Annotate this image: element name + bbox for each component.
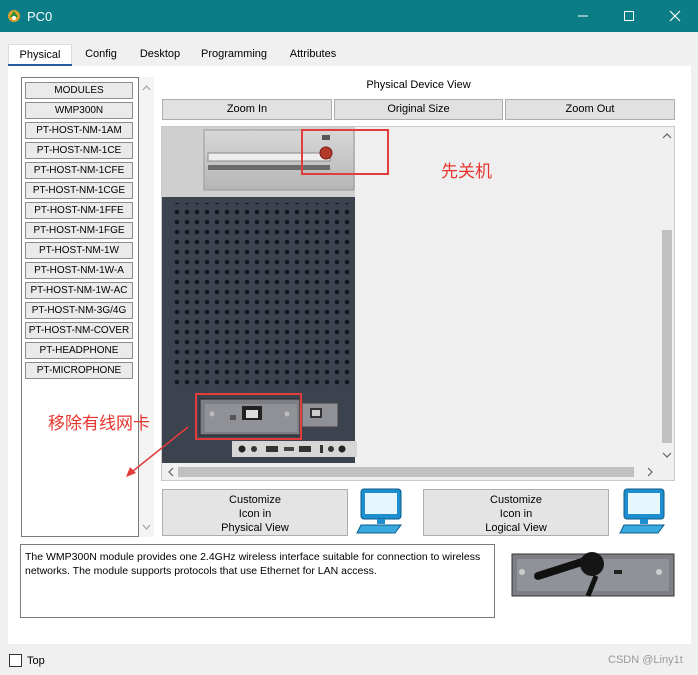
tab-programming[interactable]: Programming <box>196 44 272 66</box>
module-item[interactable]: PT-HOST-NM-1FGE <box>25 222 133 239</box>
module-item[interactable]: MODULES <box>25 82 133 99</box>
physical-device-view-title: Physical Device View <box>366 79 471 91</box>
module-item[interactable]: PT-HOST-NM-1CE <box>25 142 133 159</box>
module-description: The WMP300N module provides one 2.4GHz w… <box>20 544 495 618</box>
arrow-icon <box>126 426 189 477</box>
maximize-icon <box>624 11 634 21</box>
module-item[interactable]: PT-HOST-NM-COVER <box>25 322 133 339</box>
zoom-out-button[interactable]: Zoom Out <box>505 99 675 120</box>
minimize-button[interactable] <box>560 0 606 32</box>
module-item[interactable]: PT-HOST-NM-1CFE <box>25 162 133 179</box>
module-item[interactable]: WMP300N <box>25 102 133 119</box>
zoom-in-button[interactable]: Zoom In <box>162 99 332 120</box>
horizontal-scroll-thumb[interactable] <box>178 467 634 477</box>
minimize-icon <box>578 15 588 17</box>
vertical-scroll-thumb[interactable] <box>662 230 672 443</box>
power-button-highlight <box>301 129 389 175</box>
window-title: PC0 <box>27 9 53 24</box>
chevron-up-icon <box>142 85 151 91</box>
module-item[interactable]: PT-HOST-NM-1FFE <box>25 202 133 219</box>
module-item[interactable]: PT-HOST-NM-1W-A <box>25 262 133 279</box>
pc-icon <box>356 488 402 534</box>
title-bar: PC0 <box>0 0 698 32</box>
tab-attributes-label: Attributes <box>289 48 337 60</box>
device-view-vertical-scrollbar[interactable] <box>660 127 674 464</box>
wmp300n-module-image <box>508 546 680 606</box>
maximize-button[interactable] <box>606 0 652 32</box>
device-view-horizontal-scrollbar[interactable] <box>162 464 660 480</box>
always-on-top-label: Top <box>27 655 45 667</box>
original-size-button[interactable]: Original Size <box>334 99 503 120</box>
pc0-window: PC0 Physical Config Desktop Programming … <box>0 0 698 675</box>
module-item[interactable]: PT-MICROPHONE <box>25 362 133 379</box>
tab-desktop-label: Desktop <box>139 48 181 60</box>
nic-highlight <box>195 393 302 440</box>
customize-physical-label: Customize Icon in Physical View <box>221 494 289 534</box>
tab-programming-label: Programming <box>200 48 268 60</box>
module-item[interactable]: PT-HOST-NM-1CGE <box>25 182 133 199</box>
chevron-up-icon <box>662 133 672 139</box>
close-icon <box>669 10 681 22</box>
module-item[interactable]: PT-HOST-NM-1W <box>25 242 133 259</box>
tab-physical[interactable]: Physical <box>8 44 72 66</box>
module-item[interactable]: PT-HOST-NM-1W-AC <box>25 282 133 299</box>
customize-physical-icon-button[interactable]: Customize Icon in Physical View <box>162 489 348 536</box>
packet-tracer-icon <box>8 10 20 22</box>
chevron-down-icon <box>142 524 151 530</box>
chevron-down-icon <box>662 452 672 458</box>
customize-logical-icon-button[interactable]: Customize Icon in Logical View <box>423 489 609 536</box>
close-button[interactable] <box>652 0 698 32</box>
customize-logical-label: Customize Icon in Logical View <box>485 494 547 534</box>
chevron-right-icon[interactable] <box>643 464 657 480</box>
pc-icon <box>619 488 665 534</box>
tab-desktop[interactable]: Desktop <box>133 44 187 66</box>
module-item[interactable]: PT-HEADPHONE <box>25 342 133 359</box>
csdn-watermark: CSDN @Liny1t <box>608 654 683 666</box>
tab-physical-label: Physical <box>19 49 61 61</box>
tab-config[interactable]: Config <box>78 44 124 66</box>
module-item[interactable]: PT-HOST-NM-3G/4G <box>25 302 133 319</box>
always-on-top-checkbox[interactable] <box>9 654 22 667</box>
power-off-annotation: 先关机 <box>441 162 492 182</box>
module-item[interactable]: PT-HOST-NM-1AM <box>25 122 133 139</box>
tab-config-label: Config <box>85 48 117 60</box>
tab-attributes[interactable]: Attributes <box>282 44 344 66</box>
